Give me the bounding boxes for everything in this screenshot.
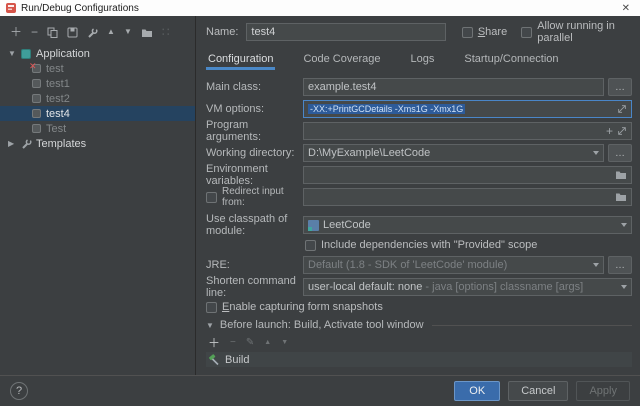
working-directory-label: Working directory: (206, 147, 303, 159)
hammer-icon (208, 354, 220, 366)
wrench-icon (20, 138, 32, 150)
new-folder-icon[interactable] (141, 27, 153, 38)
sidebar-toolbar: ＋ − ▲ ▼ ∷ (0, 22, 195, 46)
chevron-down-icon[interactable] (621, 223, 627, 227)
name-input[interactable] (246, 23, 445, 41)
chevron-down-icon[interactable]: ▼ (206, 321, 214, 330)
move-down-icon[interactable]: ▼ (281, 339, 288, 346)
configurations-sidebar: ＋ − ▲ ▼ ∷ ▼ Application ✕ test (0, 16, 196, 375)
tree-item-test2[interactable]: test2 (0, 91, 195, 106)
provided-scope-checkbox[interactable] (305, 240, 316, 251)
provided-scope-label: Include dependencies with "Provided" sco… (321, 239, 537, 251)
chevron-down-icon[interactable] (593, 263, 599, 267)
close-icon[interactable]: ✕ (618, 3, 634, 14)
cancel-button[interactable]: Cancel (508, 381, 568, 401)
classpath-module-label: Use classpath of module: (206, 213, 303, 237)
vm-options-label: VM options: (206, 103, 303, 115)
remove-icon[interactable]: − (230, 338, 236, 348)
vm-options-selected-text: -XX:+PrintGCDetails -Xms1G -Xmx1G (308, 104, 465, 114)
vm-options-field[interactable]: -XX:+PrintGCDetails -Xms1G -Xmx1G (303, 100, 632, 118)
environment-variables-field[interactable] (303, 166, 632, 184)
config-icon (30, 108, 42, 120)
program-arguments-field[interactable]: + (303, 122, 632, 140)
config-icon (30, 78, 42, 90)
environment-variables-label: Environment variables: (206, 163, 303, 187)
jre-label: JRE: (206, 259, 303, 271)
classpath-module-combo[interactable]: LeetCode (303, 216, 632, 234)
redirect-input-field[interactable] (303, 188, 632, 206)
config-icon (30, 93, 42, 105)
tab-configuration[interactable]: Configuration (206, 50, 275, 70)
window-titlebar: Run/Debug Configurations ✕ (0, 0, 640, 16)
help-button[interactable]: ? (10, 382, 28, 400)
move-up-icon[interactable]: ▲ (107, 28, 115, 36)
configuration-editor: Name: Share Allow running in parallel Co… (196, 16, 640, 375)
program-arguments-label: Program arguments: (206, 119, 303, 143)
edit-defaults-icon[interactable] (87, 27, 98, 38)
add-icon[interactable]: ＋ (10, 26, 22, 38)
edit-icon[interactable]: ✎ (246, 338, 254, 348)
browse-main-class-button[interactable]: … (608, 78, 632, 96)
expand-icon[interactable] (617, 126, 627, 136)
window-title: Run/Debug Configurations (21, 3, 139, 14)
tree-item-test[interactable]: ✕ test (0, 61, 195, 76)
chevron-down-icon[interactable] (621, 285, 627, 289)
run-debug-configurations-dialog: ＋ − ▲ ▼ ∷ ▼ Application ✕ test (0, 16, 640, 406)
browse-folder-icon[interactable] (615, 192, 627, 202)
before-launch-item-build[interactable]: Build (206, 352, 632, 367)
config-tabs: Configuration Code Coverage Logs Startup… (206, 46, 632, 70)
main-class-field[interactable]: example.test4 (303, 78, 604, 96)
shorten-cmd-label: Shorten command line: (206, 275, 303, 299)
form-snapshots-checkbox[interactable] (206, 302, 217, 313)
share-label: Share (478, 26, 507, 38)
tree-item-test1[interactable]: test1 (0, 76, 195, 91)
before-launch-header[interactable]: ▼ Before launch: Build, Activate tool wi… (206, 318, 632, 332)
browse-working-directory-button[interactable]: … (608, 144, 632, 162)
invalid-config-icon: ✕ (30, 63, 42, 75)
redirect-input-label: Redirect input from: (222, 186, 303, 208)
application-icon (20, 48, 32, 60)
browse-jre-button[interactable]: … (608, 256, 632, 274)
working-directory-field[interactable]: D:\MyExample\LeetCode (303, 144, 604, 162)
share-checkbox[interactable] (462, 27, 473, 38)
config-icon (30, 123, 42, 135)
chevron-down-icon[interactable]: ▼ (8, 49, 20, 58)
add-icon[interactable]: + (606, 125, 613, 137)
tab-code-coverage[interactable]: Code Coverage (301, 50, 382, 70)
form-snapshots-label: Enable capturing form snapshots (222, 301, 383, 313)
tree-item-Test[interactable]: Test (0, 121, 195, 136)
chevron-right-icon[interactable]: ▶ (8, 139, 20, 148)
tab-startup-connection[interactable]: Startup/Connection (462, 50, 560, 70)
allow-parallel-label: Allow running in parallel (537, 20, 632, 44)
dialog-footer: ? OK Cancel Apply (0, 375, 640, 406)
divider (432, 325, 632, 326)
tab-logs[interactable]: Logs (409, 50, 437, 70)
tree-group-templates[interactable]: ▶ Templates (0, 136, 195, 151)
module-icon (308, 220, 319, 231)
allow-parallel-checkbox[interactable] (521, 27, 532, 38)
expand-icon[interactable] (617, 104, 627, 114)
add-icon[interactable]: ＋ (208, 337, 220, 349)
tree-item-test4-selected[interactable]: test4 (0, 106, 195, 121)
before-launch-toolbar: ＋ − ✎ ▲ ▼ (206, 335, 632, 350)
save-icon[interactable] (67, 27, 78, 38)
copy-icon[interactable] (47, 27, 58, 38)
main-class-label: Main class: (206, 81, 303, 93)
remove-icon[interactable]: − (31, 26, 38, 38)
shorten-cmd-combo[interactable]: user-local default: none - java [options… (303, 278, 632, 296)
move-down-icon[interactable]: ▼ (124, 28, 132, 36)
name-label: Name: (206, 26, 238, 38)
move-up-icon[interactable]: ▲ (264, 339, 271, 346)
ok-button[interactable]: OK (454, 381, 500, 401)
chevron-down-icon[interactable] (593, 151, 599, 155)
tree-group-application[interactable]: ▼ Application (0, 46, 195, 61)
jre-combo[interactable]: Default (1.8 - SDK of 'LeetCode' module) (303, 256, 604, 274)
apply-button[interactable]: Apply (576, 381, 630, 401)
app-icon (6, 3, 16, 13)
sort-icon[interactable]: ∷ (162, 26, 170, 38)
redirect-input-checkbox[interactable] (206, 192, 217, 203)
browse-folder-icon[interactable] (615, 170, 627, 180)
